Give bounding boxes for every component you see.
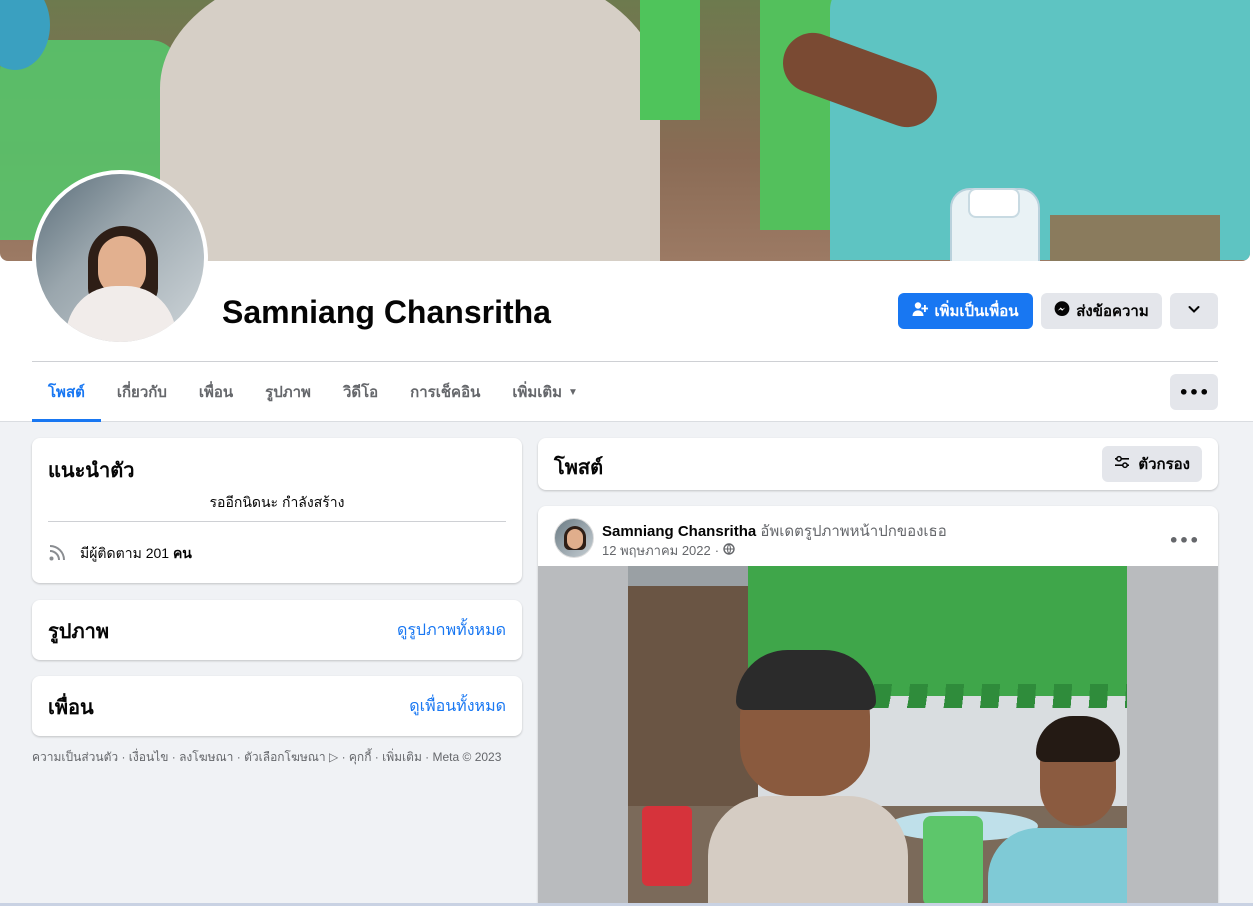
- add-friend-label: เพิ่มเป็นเพื่อน: [934, 303, 1019, 320]
- tab-more[interactable]: เพิ่มเติม ▼: [496, 362, 594, 422]
- caret-down-icon: ▼: [568, 386, 578, 398]
- post-meta: 12 พฤษภาคม 2022 ·: [602, 540, 735, 561]
- filter-button[interactable]: ตัวกรอง: [1102, 446, 1202, 482]
- intro-divider: [48, 521, 506, 522]
- meta-separator: ·: [714, 543, 720, 558]
- send-message-label: ส่งข้อความ: [1076, 303, 1149, 320]
- more-options-button[interactable]: •••: [1170, 374, 1218, 410]
- send-message-button[interactable]: ส่งข้อความ: [1041, 293, 1162, 329]
- messenger-icon: [1054, 301, 1070, 321]
- photos-card: รูปภาพ ดูรูปภาพทั้งหมด: [32, 600, 522, 660]
- post-date[interactable]: 12 พฤษภาคม 2022: [602, 540, 711, 561]
- profile-avatar[interactable]: [32, 170, 208, 346]
- footer-links[interactable]: ความเป็นส่วนตัว · เงื่อนไข · ลงโฆษณา · ต…: [32, 748, 532, 766]
- post-action-text: อัพเดตรูปภาพหน้าปกของเธอ: [760, 523, 947, 540]
- add-friend-icon: [912, 301, 929, 321]
- followers-prefix: มีผู้ติดตาม: [80, 544, 142, 561]
- photos-title: รูปภาพ: [48, 621, 110, 643]
- profile-name: Samniang Chansritha: [222, 294, 551, 330]
- posts-title: โพสต์: [554, 457, 604, 479]
- avatar: [36, 174, 204, 342]
- friends-card: เพื่อน ดูเพื่อนทั้งหมด: [32, 676, 522, 736]
- post-photo-frame: [538, 566, 1218, 906]
- rss-icon: [48, 542, 68, 565]
- chevron-down-icon: [1187, 302, 1201, 320]
- followers-suffix: คน: [172, 544, 192, 561]
- globe-icon: [723, 543, 735, 558]
- post-card: Samniang Chansritha อัพเดตรูปภาพหน้าปกขอ…: [538, 506, 1218, 906]
- tab-posts[interactable]: โพสต์: [32, 362, 101, 422]
- intro-card: แนะนำตัว รออีกนิดนะ กำลังสร้าง มีผู้ติดต…: [32, 438, 522, 583]
- friends-title: เพื่อน: [48, 697, 94, 719]
- tab-photos[interactable]: รูปภาพ: [249, 362, 327, 422]
- tab-friends[interactable]: เพื่อน: [183, 362, 249, 422]
- tab-about[interactable]: เกี่ยวกับ: [101, 362, 183, 422]
- tab-checkins[interactable]: การเช็คอิน: [394, 362, 496, 422]
- post-author-avatar[interactable]: [554, 518, 594, 558]
- intro-bio: รออีกนิดนะ กำลังสร้าง: [209, 494, 345, 510]
- tab-videos[interactable]: วิดีโอ: [327, 362, 394, 422]
- followers-count: 201: [145, 544, 170, 561]
- followers-row: มีผู้ติดตาม 201 คน: [48, 542, 192, 565]
- profile-options-dropdown[interactable]: [1170, 293, 1218, 329]
- profile-tabs: โพสต์ เกี่ยวกับ เพื่อน รูปภาพ วิดีโอ การ…: [32, 362, 594, 422]
- see-all-friends-link[interactable]: ดูเพื่อนทั้งหมด: [409, 694, 506, 719]
- add-friend-button[interactable]: เพิ่มเป็นเพื่อน: [898, 293, 1033, 329]
- post-author-name[interactable]: Samniang Chansritha: [602, 523, 756, 540]
- filter-icon: [1114, 454, 1130, 474]
- see-all-photos-link[interactable]: ดูรูปภาพทั้งหมด: [397, 618, 506, 643]
- posts-header-card: โพสต์ ตัวกรอง: [538, 438, 1218, 490]
- post-photo[interactable]: [628, 566, 1127, 906]
- intro-title: แนะนำตัว: [48, 460, 135, 482]
- filter-label: ตัวกรอง: [1138, 456, 1190, 473]
- post-more-button[interactable]: •••: [1166, 522, 1202, 558]
